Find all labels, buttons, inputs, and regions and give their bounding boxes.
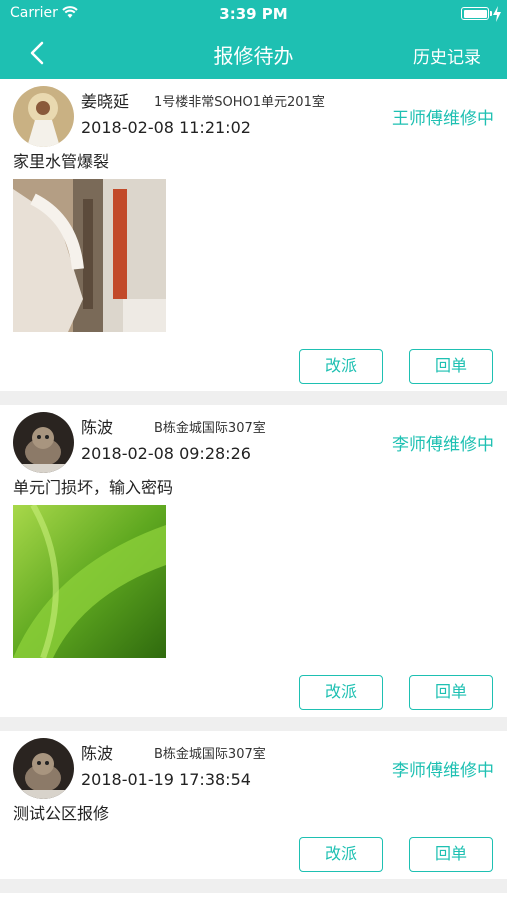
repair-card: 陈波 B栋金城国际307室 2018-01-19 17:38:54 李师傅维修中… [0, 731, 507, 879]
charging-icon [493, 6, 501, 22]
timestamp: 2018-01-19 17:38:54 [81, 770, 251, 789]
repair-status: 李师傅维修中 [392, 761, 494, 781]
status-bar: Carrier 3:39 PM [0, 0, 507, 28]
repair-card: 姜晓延 1号楼非常SOHO1单元201室 2018-02-08 11:21:02… [0, 79, 507, 391]
reassign-button[interactable]: 改派 [299, 349, 383, 384]
requester-name: 姜晓延 [81, 92, 130, 111]
avatar [13, 412, 74, 473]
header: Carrier 3:39 PM 报修待办 历史记录 [0, 0, 507, 79]
repair-card: 陈波 B栋金城国际307室 2018-02-08 09:28:26 李师傅维修中… [0, 405, 507, 717]
battery-icon [461, 7, 492, 20]
avatar [13, 86, 74, 147]
repair-status: 李师傅维修中 [392, 435, 494, 455]
reassign-button[interactable]: 改派 [299, 837, 383, 872]
reply-button[interactable]: 回单 [409, 675, 493, 710]
clock: 3:39 PM [219, 5, 288, 23]
address: B栋金城国际307室 [154, 747, 266, 762]
description: 测试公区报修 [13, 804, 110, 823]
address: B栋金城国际307室 [154, 421, 266, 436]
timestamp: 2018-02-08 11:21:02 [81, 118, 251, 137]
description: 家里水管爆裂 [13, 152, 110, 171]
avatar [13, 738, 74, 799]
repair-card [0, 893, 507, 900]
requester-name: 陈波 [81, 744, 114, 763]
issue-photo[interactable] [13, 505, 166, 658]
history-button[interactable]: 历史记录 [413, 43, 481, 68]
reassign-button[interactable]: 改派 [299, 675, 383, 710]
issue-photo[interactable] [13, 179, 166, 332]
reply-button[interactable]: 回单 [409, 349, 493, 384]
reply-button[interactable]: 回单 [409, 837, 493, 872]
nav-bar: 报修待办 历史记录 [0, 28, 507, 79]
address: 1号楼非常SOHO1单元201室 [154, 95, 325, 110]
requester-name: 陈波 [81, 418, 114, 437]
timestamp: 2018-02-08 09:28:26 [81, 444, 251, 463]
repair-status: 王师傅维修中 [392, 109, 494, 129]
description: 单元门损坏，输入密码 [13, 478, 174, 497]
